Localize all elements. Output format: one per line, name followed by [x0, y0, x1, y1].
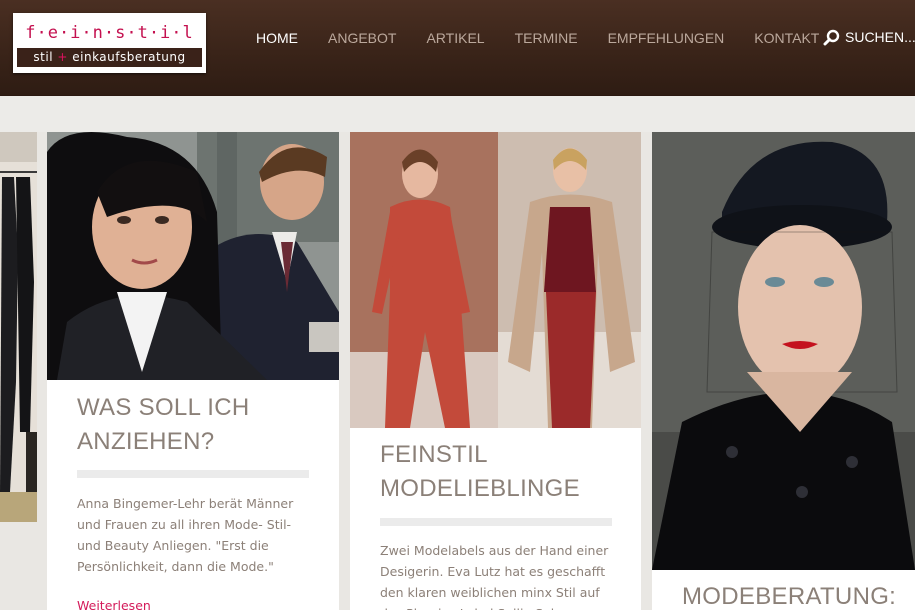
article-card-3: MODEBERATUNG: [652, 132, 915, 610]
card-2-excerpt: Zwei Modelabels aus der Hand einer Desig… [380, 543, 609, 610]
woman-veil-hat-photo[interactable] [652, 132, 915, 570]
runway-models-photo[interactable] [350, 132, 641, 428]
search-label: SUCHEN... [845, 29, 915, 45]
article-card-1: WAS SOLL ICH ANZIEHEN? Anna Bingemer-Leh… [47, 132, 339, 610]
clothes-rack-photo[interactable] [0, 132, 37, 522]
card-3-title[interactable]: MODEBERATUNG: [682, 580, 915, 610]
search-icon [823, 29, 840, 45]
card-2-title-line2: MODELIEBLINGE [380, 475, 580, 502]
card-1-title-line1: WAS SOLL ICH [77, 394, 250, 421]
article-card-2: FEINSTIL MODELIEBLINGE Zwei Modelabels a… [350, 132, 641, 610]
card-1-divider [77, 470, 309, 478]
site-logo[interactable]: f·e·i·n·s·t·i·l stil + einkaufsberatung [13, 13, 206, 73]
card-1-excerpt: Anna Bingemer-Lehr berät Männer und Frau… [77, 496, 294, 574]
nav-item-kontakt[interactable]: KONTAKT [754, 28, 819, 48]
logo-tagline: stil + einkaufsberatung [17, 48, 202, 67]
card-1-title[interactable]: WAS SOLL ICH ANZIEHEN? [77, 391, 317, 459]
content-top-band [0, 96, 915, 132]
search-link[interactable]: SUCHEN... [823, 27, 915, 47]
main-nav: HOME ANGEBOT ARTIKEL TERMINE EMPFEHLUNGE… [256, 28, 849, 48]
card-2-title[interactable]: FEINSTIL MODELIEBLINGE [380, 438, 620, 506]
nav-item-angebot[interactable]: ANGEBOT [328, 28, 396, 48]
business-people-photo[interactable] [47, 132, 339, 380]
nav-item-termine[interactable]: TERMINE [515, 28, 578, 48]
nav-item-artikel[interactable]: ARTIKEL [426, 28, 484, 48]
logo-tagline-left: stil [33, 50, 54, 64]
logo-tagline-right: einkaufsberatung [72, 50, 186, 64]
nav-item-home[interactable]: HOME [256, 28, 298, 48]
logo-tagline-plus: + [57, 50, 68, 64]
card-2-title-line1: FEINSTIL [380, 441, 488, 468]
logo-wordmark: f·e·i·n·s·t·i·l [25, 23, 194, 43]
card-2-divider [380, 518, 612, 526]
card-1-title-line2: ANZIEHEN? [77, 428, 215, 455]
site-header: f·e·i·n·s·t·i·l stil + einkaufsberatung … [0, 0, 915, 96]
nav-item-empfehlungen[interactable]: EMPFEHLUNGEN [608, 28, 725, 48]
card-1-read-more-link[interactable]: Weiterlesen [77, 598, 151, 610]
